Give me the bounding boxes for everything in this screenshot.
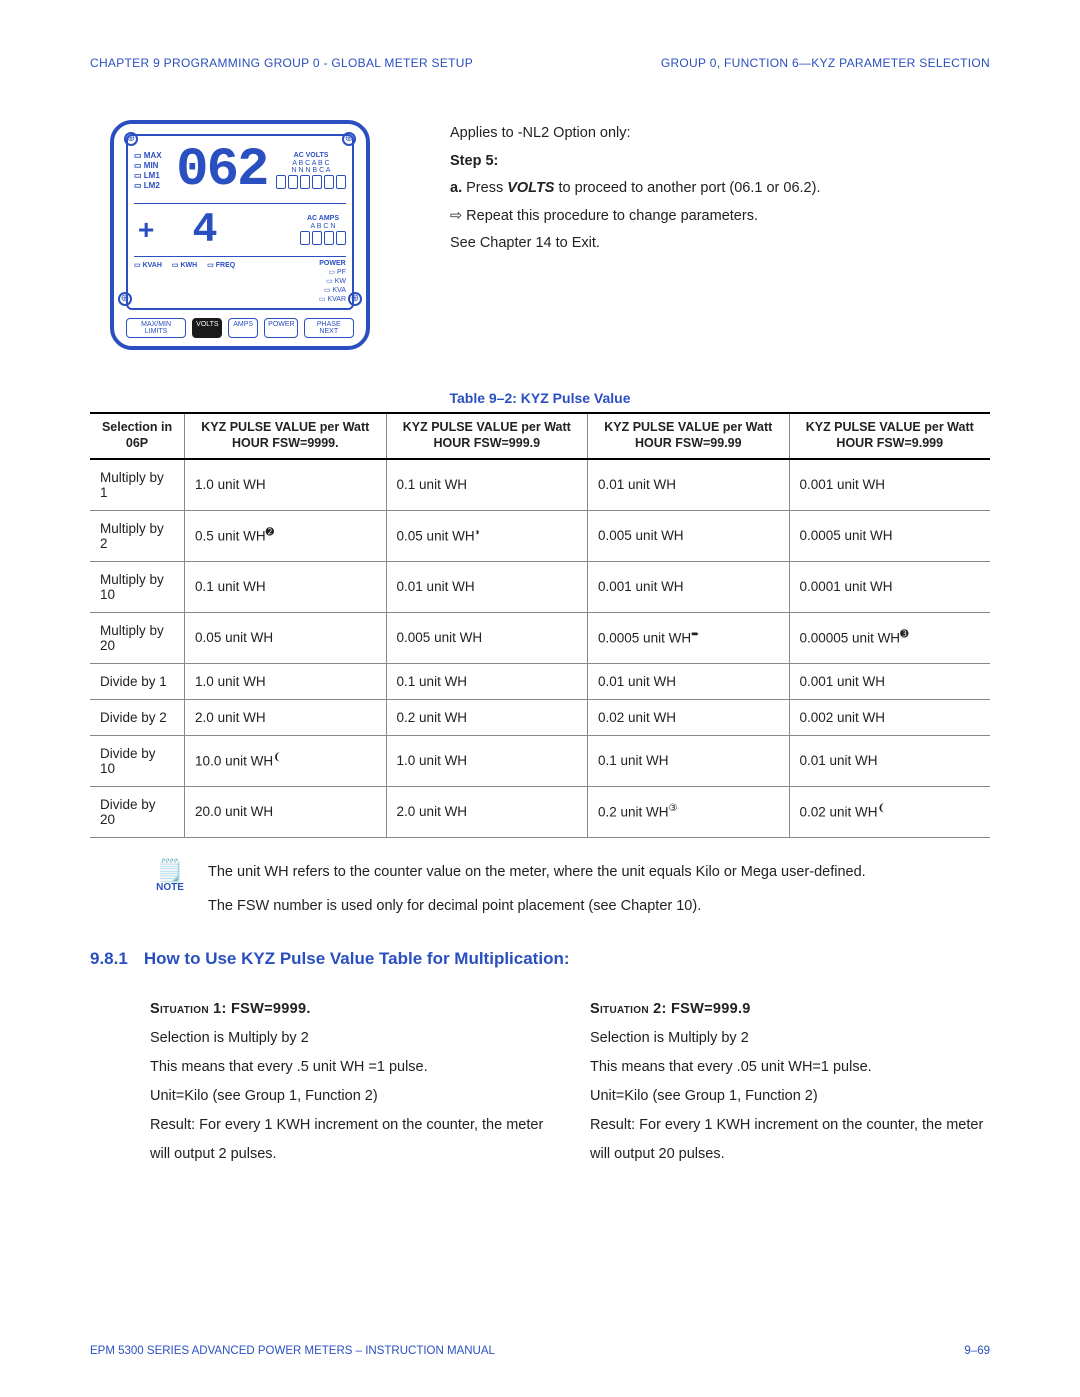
power-block: POWER PF KW KVA KVAR bbox=[319, 259, 346, 304]
footer-right: 9–69 bbox=[964, 1345, 990, 1357]
page-footer: EPM 5300 SERIES ADVANCED POWER METERS – … bbox=[90, 1345, 990, 1357]
table-cell: 0.01 unit WH bbox=[789, 735, 990, 786]
meter-side-labels: MAX MIN LM1 LM2 bbox=[134, 151, 162, 190]
meter-btn-amps: AMPS bbox=[228, 318, 258, 338]
header-left: CHAPTER 9 PROGRAMMING GROUP 0 - GLOBAL M… bbox=[90, 56, 473, 70]
screw-icon: ⊕ bbox=[348, 292, 362, 306]
table-row: Multiply by 11.0 unit WH0.1 unit WH0.01 … bbox=[90, 459, 990, 511]
note-p1: The unit WH refers to the counter value … bbox=[208, 860, 990, 885]
screw-icon: ⊕ bbox=[342, 132, 356, 146]
table-cell: 0.01 unit WH bbox=[588, 459, 789, 511]
meter-illustration: ⊕ ⊕ MAX MIN LM1 LM2 062 AC VOLTS A B C A… bbox=[90, 120, 390, 350]
table-row: Multiply by 100.1 unit WH0.01 unit WH0.0… bbox=[90, 561, 990, 612]
table-cell: 0.01 unit WH bbox=[588, 663, 789, 699]
table-cell: 0.01 unit WH bbox=[386, 561, 587, 612]
meter-secondary-display: 4 bbox=[192, 206, 217, 254]
table-cell: Divide by 20 bbox=[90, 786, 185, 837]
step-a: a. Press VOLTS to proceed to another por… bbox=[450, 175, 990, 203]
table-cell: 0.00005 unit WH➌ bbox=[789, 612, 990, 663]
step-label: Step 5: bbox=[450, 148, 990, 176]
th-fsw9ddd: KYZ PULSE VALUE per Watt HOUR FSW=9.999 bbox=[789, 413, 990, 458]
table-cell: 0.002 unit WH bbox=[789, 699, 990, 735]
arrow-right-icon: ⇨ bbox=[450, 208, 462, 224]
meter-btn-volts: VOLTS bbox=[192, 318, 222, 338]
table-cell: 0.1 unit WH bbox=[386, 663, 587, 699]
kyz-table: Selection in 06P KYZ PULSE VALUE per Wat… bbox=[90, 412, 990, 837]
table-cell: 0.001 unit WH bbox=[789, 663, 990, 699]
table-cell: 0.0005 unit WH➨ bbox=[588, 612, 789, 663]
table-cell: Multiply by 20 bbox=[90, 612, 185, 663]
meter-button-row: MAX/MIN LIMITS VOLTS AMPS POWER PHASE NE… bbox=[126, 318, 354, 338]
table-row: Divide by 1010.0 unit WH❨1.0 unit WH0.1 … bbox=[90, 735, 990, 786]
th-fsw9999d: KYZ PULSE VALUE per Watt HOUR FSW=999.9 bbox=[386, 413, 587, 458]
table-cell: Divide by 1 bbox=[90, 663, 185, 699]
table-cell: 0.0005 unit WH bbox=[789, 510, 990, 561]
table-cell: 0.001 unit WH bbox=[588, 561, 789, 612]
meter-btn-power: POWER bbox=[264, 318, 297, 338]
table-cell: Multiply by 1 bbox=[90, 459, 185, 511]
table-row: Divide by 2020.0 unit WH2.0 unit WH0.2 u… bbox=[90, 786, 990, 837]
table-cell: 0.05 unit WH bbox=[185, 612, 386, 663]
table-cell: 1.0 unit WH bbox=[185, 663, 386, 699]
section-heading: 9.8.1 How to Use KYZ Pulse Value Table f… bbox=[90, 949, 990, 969]
th-fsw9999dd: KYZ PULSE VALUE per Watt HOUR FSW=99.99 bbox=[588, 413, 789, 458]
table-cell: Multiply by 2 bbox=[90, 510, 185, 561]
table-caption: Table 9–2: KYZ Pulse Value bbox=[90, 390, 990, 406]
th-fsw9999: KYZ PULSE VALUE per Watt HOUR FSW=9999. bbox=[185, 413, 386, 458]
page-header: CHAPTER 9 PROGRAMMING GROUP 0 - GLOBAL M… bbox=[90, 56, 990, 70]
table-cell: 0.02 unit WH❨ bbox=[789, 786, 990, 837]
section-number: 9.8.1 bbox=[90, 949, 128, 969]
table-row: Multiply by 200.05 unit WH0.005 unit WH0… bbox=[90, 612, 990, 663]
screw-icon: ⊕ bbox=[124, 132, 138, 146]
footer-left: EPM 5300 SERIES ADVANCED POWER METERS – … bbox=[90, 1345, 495, 1357]
ac-amps-block: AC AMPS A B C N bbox=[300, 215, 346, 244]
note-icon: 🗒️ NOTE bbox=[150, 860, 190, 919]
header-right: GROUP 0, FUNCTION 6—KYZ PARAMETER SELECT… bbox=[661, 56, 990, 70]
table-cell: 2.0 unit WH bbox=[386, 786, 587, 837]
see-chapter: See Chapter 14 to Exit. bbox=[450, 230, 990, 258]
table-cell: Multiply by 10 bbox=[90, 561, 185, 612]
table-cell: 2.0 unit WH bbox=[185, 699, 386, 735]
table-cell: 0.1 unit WH bbox=[588, 735, 789, 786]
table-cell: 0.5 unit WH➋ bbox=[185, 510, 386, 561]
table-cell: 0.1 unit WH bbox=[386, 459, 587, 511]
note-p2: The FSW number is used only for decimal … bbox=[208, 894, 990, 919]
meter-btn-phase: PHASE NEXT bbox=[304, 318, 355, 338]
table-cell: 0.02 unit WH bbox=[588, 699, 789, 735]
table-cell: 20.0 unit WH bbox=[185, 786, 386, 837]
table-row: Divide by 11.0 unit WH0.1 unit WH0.01 un… bbox=[90, 663, 990, 699]
instructions: Applies to -NL2 Option only: Step 5: a. … bbox=[450, 120, 990, 350]
meter-btn-maxmin: MAX/MIN LIMITS bbox=[126, 318, 186, 338]
section-title: How to Use KYZ Pulse Value Table for Mul… bbox=[144, 949, 570, 969]
table-cell: Divide by 10 bbox=[90, 735, 185, 786]
th-selection: Selection in 06P bbox=[90, 413, 185, 458]
ac-volts-block: AC VOLTS A B C A B C N N N B C A bbox=[276, 152, 346, 189]
table-cell: 0.1 unit WH bbox=[185, 561, 386, 612]
applies-text: Applies to -NL2 Option only: bbox=[450, 120, 990, 148]
table-cell: 0.05 unit WH◗ bbox=[386, 510, 587, 561]
meter-bottom-labels: KVAH KWH FREQ bbox=[134, 261, 235, 269]
table-cell: 0.2 unit WH bbox=[386, 699, 587, 735]
situation-1: Situation 1: FSW=9999. Selection is Mult… bbox=[150, 995, 550, 1169]
table-cell: 1.0 unit WH bbox=[386, 735, 587, 786]
table-cell: Divide by 2 bbox=[90, 699, 185, 735]
table-cell: 0.001 unit WH bbox=[789, 459, 990, 511]
table-row: Multiply by 20.5 unit WH➋0.05 unit WH◗0.… bbox=[90, 510, 990, 561]
situations: Situation 1: FSW=9999. Selection is Mult… bbox=[150, 995, 990, 1169]
table-cell: 0.005 unit WH bbox=[386, 612, 587, 663]
note-block: 🗒️ NOTE The unit WH refers to the counte… bbox=[150, 860, 990, 919]
table-cell: 0.2 unit WH③ bbox=[588, 786, 789, 837]
table-cell: 0.005 unit WH bbox=[588, 510, 789, 561]
meter-main-display: 062 bbox=[168, 140, 276, 201]
table-row: Divide by 22.0 unit WH0.2 unit WH0.02 un… bbox=[90, 699, 990, 735]
table-cell: 1.0 unit WH bbox=[185, 459, 386, 511]
table-cell: 10.0 unit WH❨ bbox=[185, 735, 386, 786]
table-cell: 0.0001 unit WH bbox=[789, 561, 990, 612]
repeat-line: ⇨ Repeat this procedure to change parame… bbox=[450, 203, 990, 231]
plus-icon: + bbox=[138, 214, 154, 246]
situation-2: Situation 2: FSW=999.9 Selection is Mult… bbox=[590, 995, 990, 1169]
top-section: ⊕ ⊕ MAX MIN LM1 LM2 062 AC VOLTS A B C A… bbox=[90, 120, 990, 350]
